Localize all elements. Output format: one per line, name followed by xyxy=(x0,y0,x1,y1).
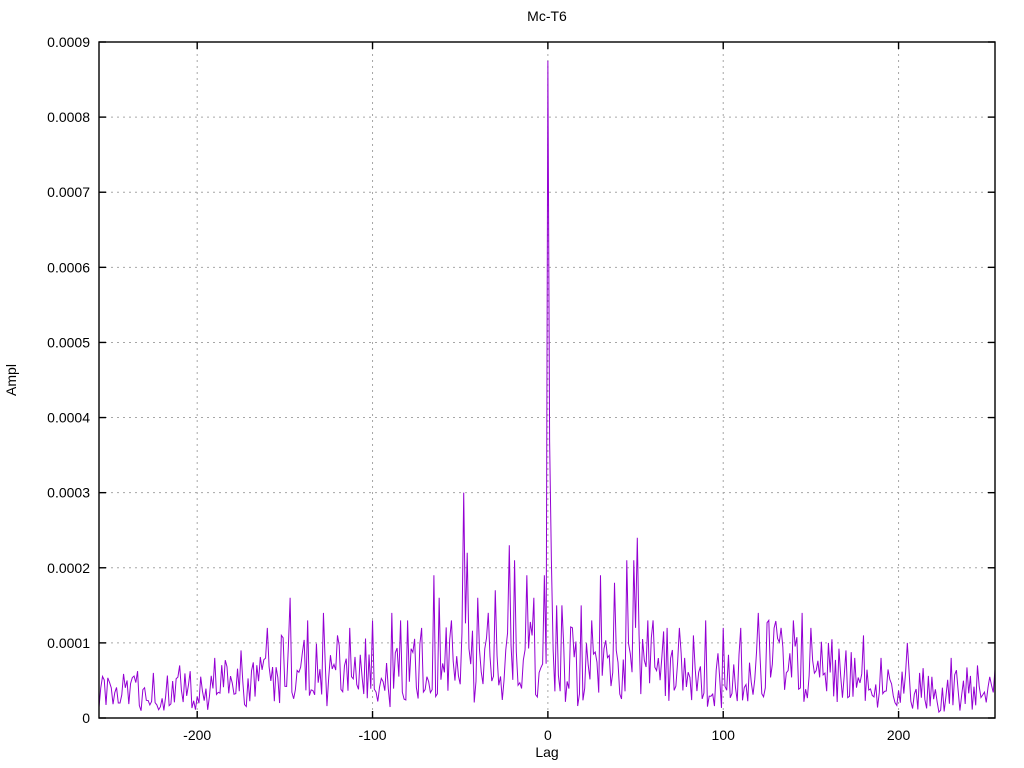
x-tick-label: -200 xyxy=(183,727,211,743)
x-tick-label: 200 xyxy=(887,727,911,743)
y-tick-label: 0.0002 xyxy=(47,560,90,576)
y-tick-label: 0.0001 xyxy=(47,635,90,651)
x-tick-label: -100 xyxy=(359,727,387,743)
plot-canvas: -200 -100 0 100 200 0 0.0001 0.0002 0.0003 0.0004… xyxy=(3,8,996,760)
y-tick-label: 0.0004 xyxy=(47,410,90,426)
y-tick-label: 0.0003 xyxy=(47,485,90,501)
x-tick-label: 100 xyxy=(712,727,736,743)
x-axis-label: Lag xyxy=(535,744,558,760)
x-tick-label: 0 xyxy=(544,727,552,743)
y-tick-label: 0.0005 xyxy=(47,334,90,350)
chart-title: Mc-T6 xyxy=(527,8,567,24)
y-tick-label: 0.0008 xyxy=(47,109,90,125)
y-tick-label: 0.0009 xyxy=(47,34,90,50)
y-tick-label: 0 xyxy=(82,710,90,726)
data-series-layer xyxy=(98,60,996,714)
y-tick-label: 0.0007 xyxy=(47,184,90,200)
correlation-figure: -200 -100 0 100 200 0 0.0001 0.0002 0.0003 0.0004… xyxy=(0,0,1024,768)
correlation-trace xyxy=(98,60,996,714)
y-axis-label: Ampl xyxy=(3,364,19,396)
y-tick-label: 0.0006 xyxy=(47,259,90,275)
